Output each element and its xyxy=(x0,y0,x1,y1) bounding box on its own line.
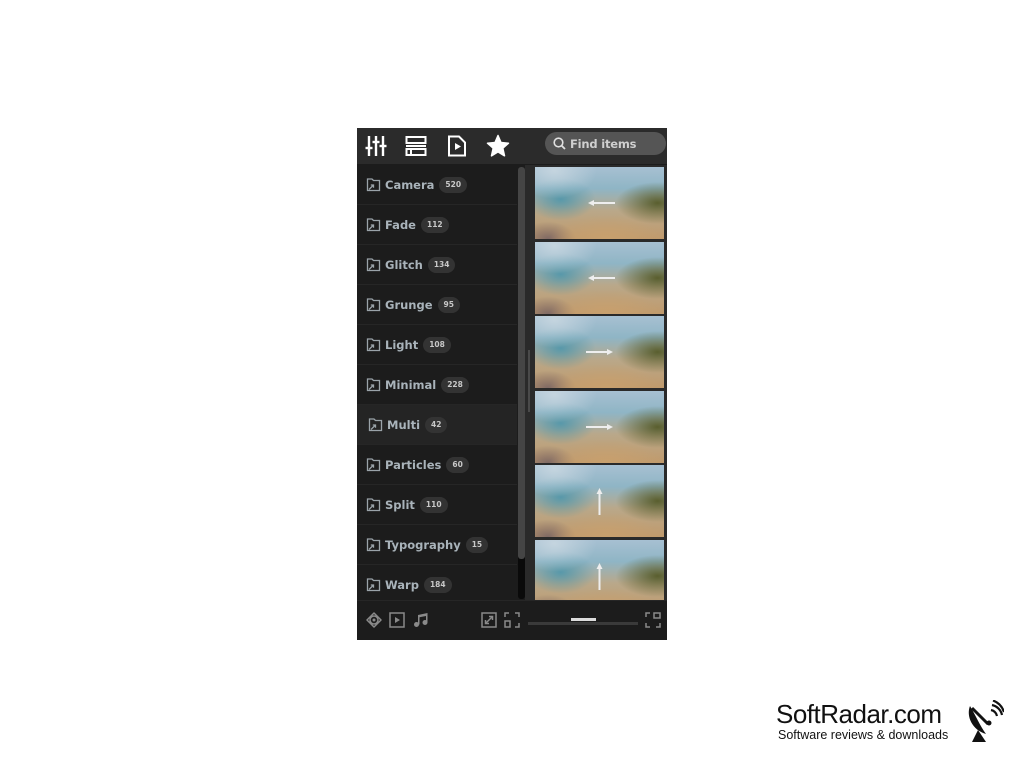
category-label: Particles xyxy=(385,457,442,472)
music-note-icon xyxy=(414,613,428,627)
folder-shortcut-icon xyxy=(366,257,381,271)
arrow-left-icon xyxy=(588,274,615,281)
satellite-dish-icon xyxy=(968,700,1004,742)
folder-shortcut-icon xyxy=(366,577,381,591)
category-item-fade[interactable]: Fade 112 xyxy=(357,205,517,245)
category-count-badge: 112 xyxy=(420,216,449,233)
arrow-up-icon xyxy=(596,488,603,515)
watermark: SoftRadar.com Software reviews & downloa… xyxy=(776,700,948,742)
target-button[interactable] xyxy=(365,611,383,629)
category-label: Typography xyxy=(385,537,461,552)
list-icon xyxy=(405,136,427,156)
folder-shortcut-icon xyxy=(366,377,381,391)
fit-button[interactable] xyxy=(503,611,521,629)
category-label: Warp xyxy=(385,577,419,592)
tab-favorites[interactable] xyxy=(485,133,511,159)
transitions-panel: Find items Camera 520 Fade 112 Glitch 134 Grun… xyxy=(357,128,667,640)
category-label: Grunge xyxy=(385,297,433,312)
transition-preview-up[interactable] xyxy=(535,539,664,600)
list-scrollbar-thumb[interactable] xyxy=(518,167,525,559)
bottom-toolbar xyxy=(357,600,667,640)
category-item-glitch[interactable]: Glitch 134 xyxy=(357,245,517,285)
arrow-right-icon xyxy=(586,349,613,355)
video-file-icon xyxy=(448,135,466,157)
preview-grid xyxy=(533,165,667,600)
category-label: Multi xyxy=(387,417,421,432)
category-count-badge: 95 xyxy=(437,296,460,313)
category-item-typography[interactable]: Typography 15 xyxy=(357,525,517,565)
category-item-camera[interactable]: Camera 520 xyxy=(357,165,517,205)
watermark-subtitle: Software reviews & downloads xyxy=(778,728,949,742)
category-item-grunge[interactable]: Grunge 95 xyxy=(357,285,517,325)
category-list: Camera 520 Fade 112 Glitch 134 Grunge 95 Light 10… xyxy=(357,165,517,600)
star-icon xyxy=(486,134,510,157)
play-button[interactable] xyxy=(388,611,406,629)
target-icon xyxy=(366,612,382,628)
search-placeholder: Find items xyxy=(570,136,637,151)
category-count-badge: 42 xyxy=(425,416,448,433)
transition-preview-up[interactable] xyxy=(535,465,664,537)
transition-preview-left[interactable] xyxy=(535,167,664,239)
category-count-badge: 60 xyxy=(446,456,469,473)
zoom-slider-handle[interactable] xyxy=(571,618,596,621)
search-input[interactable]: Find items xyxy=(545,132,666,155)
category-item-multi[interactable]: Multi 42 xyxy=(357,405,517,445)
folder-shortcut-icon xyxy=(366,297,381,311)
divider-handle[interactable] xyxy=(528,350,530,412)
tab-list[interactable] xyxy=(403,133,429,159)
category-count-badge: 184 xyxy=(423,576,452,593)
transition-preview-left[interactable] xyxy=(535,241,664,314)
arrow-up-icon xyxy=(596,562,603,590)
category-count-badge: 108 xyxy=(423,336,451,353)
category-item-light[interactable]: Light 108 xyxy=(357,325,517,365)
play-icon xyxy=(389,612,405,628)
category-label: Camera xyxy=(385,177,435,192)
folder-shortcut-icon xyxy=(366,497,381,511)
search-icon xyxy=(553,137,566,150)
category-item-particles[interactable]: Particles 60 xyxy=(357,445,517,485)
folder-shortcut-icon xyxy=(366,457,381,471)
category-label: Minimal xyxy=(385,377,437,392)
category-item-warp[interactable]: Warp 184 xyxy=(357,565,517,600)
music-button[interactable] xyxy=(412,611,430,629)
tab-adjustments[interactable] xyxy=(363,133,389,159)
category-count-badge: 134 xyxy=(427,256,456,273)
category-item-minimal[interactable]: Minimal 228 xyxy=(357,365,517,405)
category-label: Split xyxy=(385,497,415,512)
expand-icon xyxy=(481,612,497,628)
sliders-icon xyxy=(365,136,387,156)
expand-button[interactable] xyxy=(480,611,498,629)
folder-shortcut-icon xyxy=(368,417,383,431)
transition-preview-right[interactable] xyxy=(535,390,664,463)
arrow-right-icon xyxy=(586,423,613,430)
tab-media[interactable] xyxy=(444,133,470,159)
fit-icon xyxy=(504,612,520,628)
category-count-badge: 228 xyxy=(441,376,469,393)
folder-shortcut-icon xyxy=(366,177,381,191)
arrow-left-icon xyxy=(588,200,615,206)
top-toolbar: Find items xyxy=(357,128,667,164)
folder-shortcut-icon xyxy=(366,337,381,351)
fullscreen-button[interactable] xyxy=(644,611,662,629)
zoom-slider-track[interactable] xyxy=(528,622,638,625)
category-label: Light xyxy=(385,337,419,352)
category-item-split[interactable]: Split 110 xyxy=(357,485,517,525)
folder-shortcut-icon xyxy=(366,217,381,231)
category-label: Fade xyxy=(385,217,416,232)
fullscreen-icon xyxy=(645,612,661,628)
transition-preview-right[interactable] xyxy=(535,316,664,388)
category-count-badge: 110 xyxy=(419,496,448,513)
category-count-badge: 15 xyxy=(465,536,489,553)
category-label: Glitch xyxy=(385,257,423,272)
category-count-badge: 520 xyxy=(439,176,468,193)
folder-shortcut-icon xyxy=(366,537,381,551)
watermark-title: SoftRadar.com xyxy=(776,699,942,729)
